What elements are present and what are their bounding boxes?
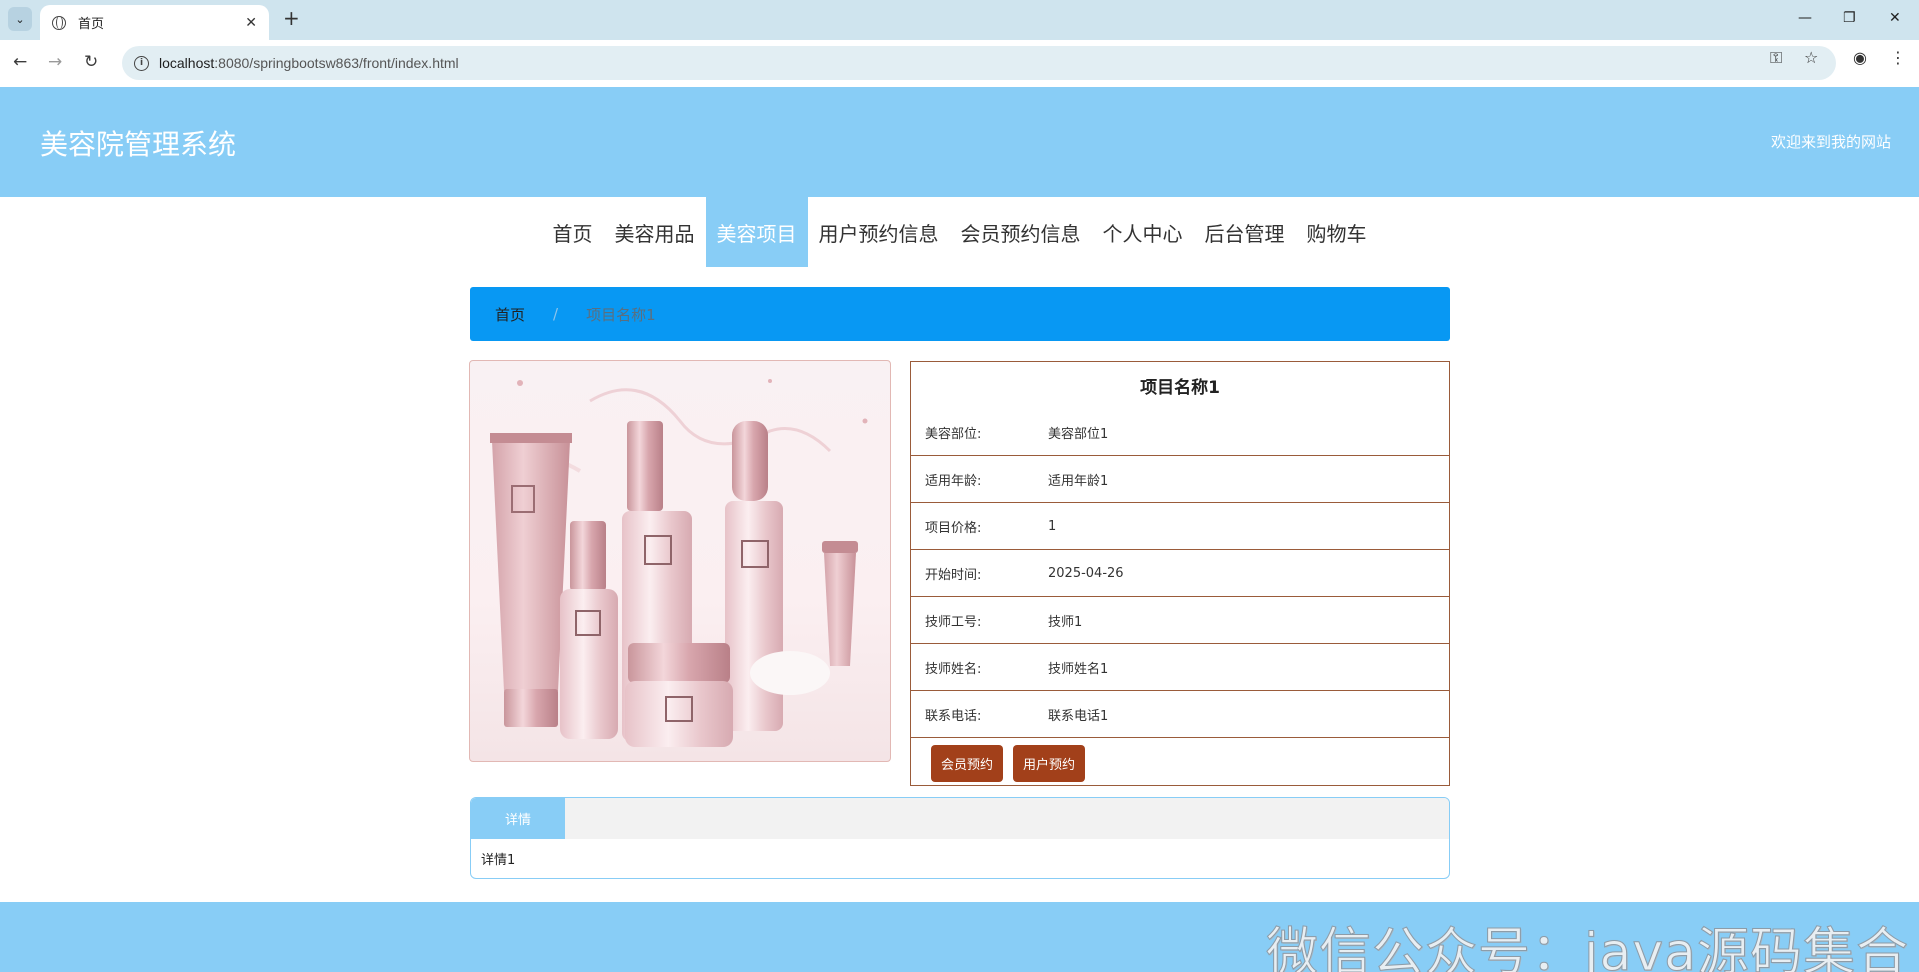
address-toolbar: ← → ↻ i localhost:8080/springbootsw863/f…: [0, 40, 1919, 87]
nav-item-admin[interactable]: 后台管理: [1194, 197, 1296, 267]
nav-item-member-booking[interactable]: 会员预约信息: [950, 197, 1092, 267]
url-host: localhost: [159, 55, 215, 71]
detail-value: 适用年龄1: [1048, 473, 1109, 489]
nav-item-beauty-products[interactable]: 美容用品: [604, 197, 706, 267]
address-bar[interactable]: i localhost:8080/springbootsw863/front/i…: [122, 46, 1836, 80]
detail-label: 技师工号:: [925, 614, 982, 630]
detail-row-body-part: 美容部位: 美容部位1: [911, 409, 1449, 456]
site-footer: 微信公众号：java源码集合: [0, 902, 1919, 972]
forward-arrow-icon[interactable]: →: [48, 52, 62, 72]
nav-item-personal-center[interactable]: 个人中心: [1092, 197, 1194, 267]
window-close-button[interactable]: ✕: [1889, 10, 1901, 26]
minimize-button[interactable]: —: [1798, 10, 1812, 26]
new-tab-button[interactable]: +: [283, 8, 300, 28]
breadcrumb: 首页 / 项目名称1: [470, 287, 1450, 341]
detail-value: 2025-04-26: [1048, 565, 1124, 581]
detail-value: 1: [1048, 518, 1057, 534]
tab-details[interactable]: 详情: [471, 798, 565, 839]
breadcrumb-home[interactable]: 首页: [495, 304, 525, 325]
detail-value: 技师1: [1048, 614, 1083, 630]
product-image: [469, 360, 891, 762]
nav-item-user-booking[interactable]: 用户预约信息: [808, 197, 950, 267]
detail-row-start-time: 开始时间: 2025-04-26: [911, 550, 1449, 597]
back-arrow-icon[interactable]: ←: [13, 52, 27, 72]
breadcrumb-current: 项目名称1: [586, 305, 656, 324]
site-header: 美容院管理系统 欢迎来到我的网站: [0, 87, 1919, 197]
cosmetics-illustration: [490, 379, 868, 747]
detail-label: 美容部位:: [925, 426, 982, 442]
detail-value: 技师姓名1: [1048, 661, 1109, 677]
welcome-text: 欢迎来到我的网站: [1770, 133, 1891, 151]
globe-icon: [52, 15, 66, 30]
more-menu-icon[interactable]: ⋮: [1890, 48, 1906, 67]
detail-actions: 会员预约 用户预约: [911, 738, 1449, 788]
detail-value: 联系电话1: [1048, 708, 1109, 724]
reload-icon[interactable]: ↻: [84, 52, 98, 72]
url-text[interactable]: localhost:8080/springbootsw863/front/ind…: [159, 55, 459, 71]
nav-item-beauty-projects[interactable]: 美容项目: [705, 197, 808, 267]
detail-row-price: 项目价格: 1: [911, 503, 1449, 550]
detail-tab-panel: 详情 详情1: [470, 797, 1450, 879]
detail-label: 项目价格:: [925, 520, 982, 536]
breadcrumb-separator: /: [553, 305, 559, 323]
tab-search-button[interactable]: ⌄: [8, 7, 32, 31]
project-title: 项目名称1: [1140, 378, 1220, 398]
star-icon[interactable]: ☆: [1804, 48, 1818, 67]
detail-label: 开始时间:: [925, 567, 982, 583]
browser-tab[interactable]: 首页 ✕: [40, 5, 269, 40]
chevron-down-icon: ⌄: [15, 12, 25, 26]
site-info-icon[interactable]: i: [134, 55, 149, 71]
project-detail-table: 项目名称1 美容部位: 美容部位1 适用年龄: 适用年龄1 项目价格: 1 开始…: [910, 361, 1450, 786]
url-path: :8080/springbootsw863/front/index.html: [214, 55, 459, 71]
restore-button[interactable]: ❐: [1843, 10, 1856, 26]
site-title: 美容院管理系统: [40, 128, 237, 161]
tab-content: 详情1: [481, 853, 516, 868]
detail-label: 技师姓名:: [925, 661, 982, 677]
nav-item-cart[interactable]: 购物车: [1296, 197, 1378, 267]
nav-item-home[interactable]: 首页: [542, 197, 604, 267]
detail-label: 联系电话:: [925, 708, 982, 724]
browser-tab-strip: ⌄ 首页 ✕ + — ❐ ✕: [0, 0, 1919, 40]
user-booking-button[interactable]: 用户预约: [1013, 744, 1086, 782]
main-nav: 首页 美容用品 美容项目 用户预约信息 会员预约信息 个人中心 后台管理 购物车: [0, 197, 1919, 267]
tab-title: 首页: [78, 17, 105, 32]
detail-row-technician-id: 技师工号: 技师1: [911, 597, 1449, 644]
detail-value: 美容部位1: [1048, 426, 1109, 442]
detail-row-technician-name: 技师姓名: 技师姓名1: [911, 644, 1449, 691]
close-icon[interactable]: ✕: [245, 15, 257, 31]
detail-row-phone: 联系电话: 联系电话1: [911, 691, 1449, 738]
tab-header: 详情: [471, 798, 1449, 839]
watermark-text: 微信公众号：java源码集合: [1266, 923, 1909, 972]
member-booking-button[interactable]: 会员预约: [931, 744, 1004, 782]
profile-icon[interactable]: ◉: [1853, 48, 1867, 67]
detail-label: 适用年龄:: [925, 473, 982, 489]
key-icon[interactable]: ⚿: [1770, 48, 1782, 68]
detail-row-age: 适用年龄: 适用年龄1: [911, 456, 1449, 503]
